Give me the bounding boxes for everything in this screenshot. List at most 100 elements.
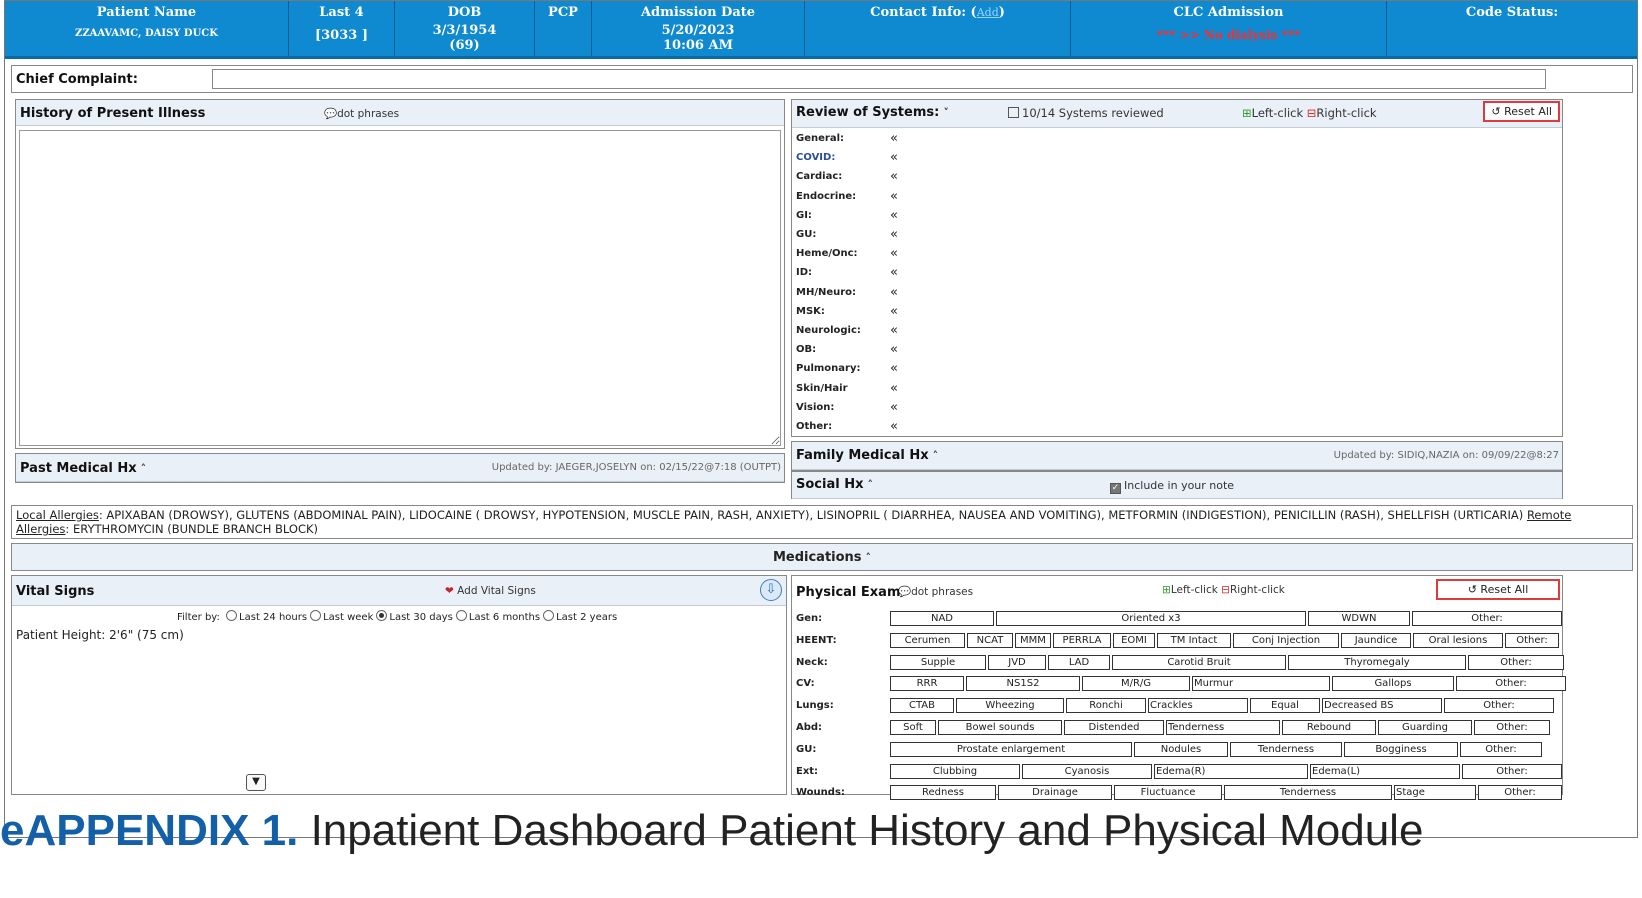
pe-finding-cell[interactable]: Distended — [1064, 720, 1164, 735]
ros-expand-icon[interactable]: « — [890, 169, 898, 184]
ros-expand-icon[interactable]: « — [890, 381, 898, 396]
add-contact-link[interactable]: Add — [977, 6, 999, 19]
add-vital-signs-button[interactable]: ❤ Add Vital Signs — [445, 585, 536, 597]
filter-option[interactable]: Last 2 years — [540, 610, 617, 623]
filter-radio[interactable] — [226, 610, 238, 621]
filter-option[interactable]: Last 30 days — [373, 610, 453, 623]
pe-finding-cell[interactable]: Decreased BS — [1322, 698, 1442, 714]
pe-finding-cell[interactable]: Clubbing — [890, 763, 1020, 779]
pe-finding-cell[interactable]: Edema(L) — [1310, 763, 1460, 779]
pe-finding-cell[interactable]: LAD — [1048, 654, 1110, 670]
ros-reset-button[interactable]: ↺ Reset All — [1483, 101, 1560, 122]
ros-expand-icon[interactable]: « — [890, 246, 898, 261]
pe-finding-cell[interactable]: M/R/G — [1082, 676, 1190, 692]
pe-finding-cell[interactable]: Tenderness — [1224, 785, 1392, 801]
pe-finding-cell[interactable]: Wheezing — [956, 698, 1064, 714]
include-note[interactable]: ✓ Include in your note — [1110, 479, 1234, 494]
systems-reviewed-checkbox[interactable] — [1008, 107, 1019, 118]
pe-finding-cell[interactable]: Oral lesions — [1413, 632, 1503, 648]
hpi-textarea[interactable] — [19, 130, 781, 446]
ros-expand-icon[interactable]: « — [890, 189, 898, 204]
pe-finding-cell[interactable]: Crackles — [1148, 698, 1248, 714]
ros-expand-icon[interactable]: « — [890, 285, 898, 300]
filter-radio[interactable] — [543, 610, 555, 621]
pe-finding-cell[interactable]: Other: — [1460, 741, 1542, 757]
pe-finding-cell[interactable]: Other: — [1444, 698, 1554, 714]
systems-reviewed[interactable]: 10/14 Systems reviewed — [1008, 106, 1164, 120]
pe-finding-cell[interactable]: RRR — [890, 676, 964, 692]
filter-radio[interactable] — [455, 610, 467, 621]
pe-finding-cell[interactable]: Equal — [1250, 698, 1320, 714]
chevron-double-down-icon[interactable]: ˅ — [943, 106, 949, 119]
pe-finding-cell[interactable]: Conj Injection — [1233, 632, 1339, 648]
pe-finding-cell[interactable]: Other: — [1505, 632, 1559, 648]
pe-dot-phrases[interactable]: 💬dot phrases — [898, 585, 973, 598]
include-note-checkbox[interactable]: ✓ — [1110, 483, 1121, 494]
pe-finding-cell[interactable]: TM Intact — [1157, 632, 1231, 648]
pe-finding-cell[interactable]: Other: — [1462, 763, 1562, 779]
ros-expand-icon[interactable]: « — [890, 227, 898, 242]
pe-finding-cell[interactable]: MMM — [1015, 632, 1051, 648]
pe-finding-cell[interactable]: Cerumen — [890, 632, 965, 648]
pe-finding-cell[interactable]: Drainage — [998, 785, 1112, 801]
pe-finding-cell[interactable]: NAD — [890, 611, 994, 626]
pe-finding-cell[interactable]: PERRLA — [1053, 632, 1111, 648]
pe-finding-cell[interactable]: Other: — [1478, 785, 1562, 801]
pe-finding-cell[interactable]: Stage — [1394, 785, 1476, 801]
cloud-download-icon[interactable]: ⇩ — [760, 579, 782, 601]
pe-finding-cell[interactable]: Guarding — [1378, 720, 1472, 735]
pe-finding-cell[interactable]: Edema(R) — [1154, 763, 1308, 779]
ros-expand-icon[interactable]: « — [890, 361, 898, 376]
pe-reset-button[interactable]: ↺ Reset All — [1436, 579, 1560, 600]
pe-finding-cell[interactable]: Bowel sounds — [938, 720, 1062, 735]
pe-finding-cell[interactable]: Carotid Bruit — [1112, 654, 1286, 670]
pe-finding-cell[interactable]: JVD — [988, 654, 1046, 670]
filter-radio[interactable] — [310, 610, 322, 621]
pe-finding-cell[interactable]: Other: — [1456, 676, 1566, 692]
ros-expand-icon[interactable]: « — [890, 131, 898, 146]
pe-finding-cell[interactable]: NCAT — [967, 632, 1013, 648]
pe-finding-cell[interactable]: NS1S2 — [966, 676, 1080, 692]
pe-finding-cell[interactable]: Soft — [890, 720, 936, 735]
pe-finding-cell[interactable]: CTAB — [890, 698, 954, 714]
pe-finding-cell[interactable]: Bogginess — [1344, 741, 1458, 757]
pe-finding-cell[interactable]: Fluctuance — [1114, 785, 1222, 801]
pe-finding-cell[interactable]: Rebound — [1282, 720, 1376, 735]
pe-finding-cell[interactable]: Oriented x3 — [996, 611, 1306, 626]
pe-finding-cell[interactable]: Ronchi — [1066, 698, 1146, 714]
social-hx-header[interactable]: Social Hx ˄ ✓ Include in your note — [792, 472, 1562, 499]
ros-expand-icon[interactable]: « — [890, 419, 898, 434]
pe-finding-cell[interactable]: Tenderness — [1230, 741, 1342, 757]
pe-finding-cell[interactable]: Redness — [890, 785, 996, 801]
filter-radio[interactable] — [376, 610, 388, 621]
pe-finding-cell[interactable]: EOMI — [1113, 632, 1155, 648]
chief-complaint-input[interactable] — [212, 69, 1546, 89]
pe-finding-cell[interactable]: Other: — [1468, 654, 1564, 670]
pe-finding-cell[interactable]: Other: — [1474, 720, 1550, 735]
family-medical-header[interactable]: Family Medical Hx ˄ Updated by: SIDIQ,NAZ… — [792, 442, 1562, 470]
pe-finding-cell[interactable]: Supple — [890, 654, 986, 670]
pe-finding-cell[interactable]: WDWN — [1308, 611, 1410, 626]
filter-option[interactable]: Last 6 months — [453, 610, 540, 623]
ros-expand-icon[interactable]: « — [890, 342, 898, 357]
medications-header[interactable]: Medications ˄ — [11, 543, 1633, 571]
pe-finding-cell[interactable]: Prostate enlargement — [890, 741, 1132, 757]
filter-option[interactable]: Last week — [307, 610, 373, 623]
pe-finding-cell[interactable]: Gallops — [1332, 676, 1454, 692]
ros-expand-icon[interactable]: « — [890, 265, 898, 280]
pe-finding-cell[interactable]: Murmur — [1192, 676, 1330, 692]
pe-finding-cell[interactable]: Tenderness — [1166, 720, 1280, 735]
past-medical-header[interactable]: Past Medical Hx ˄ Updated by: JAEGER,JOSE… — [16, 454, 784, 482]
pe-finding-cell[interactable]: Other: — [1412, 611, 1562, 626]
pe-finding-cell[interactable]: Cyanosis — [1022, 763, 1152, 779]
ros-expand-icon[interactable]: « — [890, 400, 898, 415]
local-allergies-link[interactable]: Local Allergies — [16, 508, 99, 522]
expand-vitals-button[interactable]: ▼ — [246, 774, 266, 791]
pe-finding-cell[interactable]: Thyromegaly — [1288, 654, 1466, 670]
filter-option[interactable]: Last 24 hours — [223, 610, 307, 623]
ros-expand-icon[interactable]: « — [890, 304, 898, 319]
ros-expand-icon[interactable]: « — [890, 208, 898, 223]
ros-expand-icon[interactable]: « — [890, 150, 898, 165]
pe-finding-cell[interactable]: Jaundice — [1341, 632, 1411, 648]
hpi-dot-phrases[interactable]: 💬dot phrases — [324, 107, 399, 120]
